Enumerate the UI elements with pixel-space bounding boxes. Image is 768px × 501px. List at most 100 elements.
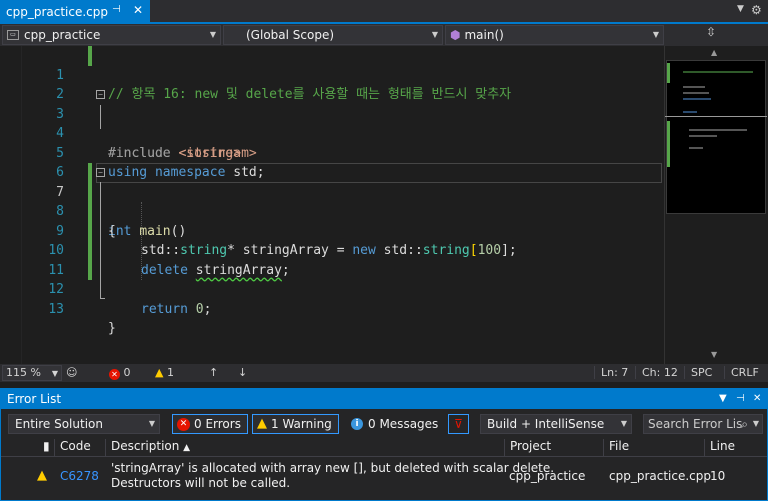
line-indicator[interactable]: Ln: 7 xyxy=(594,366,628,379)
close-icon[interactable]: ✕ xyxy=(133,3,143,17)
gear-icon[interactable]: ⚙ xyxy=(751,3,762,17)
member-dropdown-label: main() xyxy=(464,28,504,42)
scope-filter-dropdown[interactable]: Entire Solution ▼ xyxy=(8,414,160,434)
chevron-down-icon: ▼ xyxy=(148,419,155,428)
pin-icon[interactable]: ⊣ xyxy=(112,4,121,15)
code-editor[interactable]: 1 // 항목 16: new 및 delete를 사용할 때는 형태를 반드시… xyxy=(0,46,664,364)
sort-ascending-icon: ▲ xyxy=(183,443,191,453)
error-list-search-input[interactable]: Search Error Lis ⌕ ▼ xyxy=(643,414,763,434)
project-dropdown-label: cpp_practice xyxy=(24,28,101,42)
next-issue-icon[interactable]: ↓ xyxy=(238,366,247,379)
error-count-indicator[interactable]: ✕ 0 xyxy=(109,366,131,380)
warning-file: cpp_practice.cpp xyxy=(609,469,711,483)
whitespace-indicator[interactable]: SPC xyxy=(684,366,712,379)
column-header-description[interactable]: Description ▲ xyxy=(105,439,503,457)
scroll-down-icon[interactable]: ▼ xyxy=(711,350,717,359)
code-line: 8 { xyxy=(0,183,664,239)
sort-icon[interactable]: ▮ xyxy=(38,439,53,457)
tab-cpp-practice[interactable]: cpp_practice.cpp ⊣ ✕ xyxy=(0,0,150,24)
warning-description-line2: Destructors will not be called. xyxy=(111,476,291,490)
error-list-toolbar: Entire Solution ▼ ✕ 0 Errors ▲ 1 Warning… xyxy=(1,411,767,435)
tab-overflow-dropdown-icon[interactable]: ▼ xyxy=(737,4,744,14)
function-icon: ⬢ xyxy=(450,28,461,42)
code-token: } xyxy=(108,321,116,336)
errors-toggle-label: 0 Errors xyxy=(194,417,241,431)
scope-dropdown-label: (Global Scope) xyxy=(246,28,335,42)
scope-filter-label: Entire Solution xyxy=(15,417,103,431)
map-line xyxy=(683,98,711,100)
chevron-down-icon: ▼ xyxy=(652,30,659,39)
filter-icon[interactable]: ⊽ xyxy=(448,414,469,434)
messages-toggle-button[interactable]: i 0 Messages xyxy=(351,414,438,434)
member-dropdown[interactable]: ⬢ main() ▼ xyxy=(445,25,664,45)
error-count: 0 xyxy=(123,366,131,379)
fold-collapse-icon[interactable]: − xyxy=(96,90,105,99)
column-header-line[interactable]: Line xyxy=(704,439,764,457)
map-caret-line xyxy=(665,116,767,117)
column-header-code[interactable]: Code xyxy=(54,439,104,457)
map-scrollbar[interactable]: ▲ ▼ xyxy=(664,46,768,364)
code-line: 10 delete stringArray; xyxy=(0,222,664,278)
warning-line: 10 xyxy=(710,469,726,483)
warning-icon: ▲ xyxy=(257,416,267,431)
chevron-down-icon: ▼ xyxy=(752,419,759,428)
scope-dropdown[interactable]: (Global Scope) ▼ xyxy=(223,25,443,45)
column-header-file[interactable]: File xyxy=(603,439,703,457)
tab-filename: cpp_practice.cpp xyxy=(6,5,108,19)
warning-code-link[interactable]: C6278 xyxy=(60,469,99,483)
warnings-toggle-button[interactable]: ▲ 1 Warning xyxy=(252,414,339,434)
code-line: 1 // 항목 16: new 및 delete를 사용할 때는 형태를 반드시… xyxy=(0,46,664,103)
editor-status-strip: 115 % ▼ ☺ ✕ 0 ▲ 1 ↑ ↓ Ln: 7 Ch: 12 SPC CR… xyxy=(0,364,768,382)
code-line: 13 } xyxy=(0,280,664,337)
column-header-description-label: Description xyxy=(111,439,180,453)
chevron-down-icon: ▼ xyxy=(431,30,438,39)
map-change-mark xyxy=(667,63,670,83)
map-change-mark xyxy=(667,121,670,167)
scroll-up-icon[interactable]: ▲ xyxy=(711,48,717,57)
project-icon: ▭ xyxy=(7,30,19,40)
code-line: 12 return 0; xyxy=(0,261,664,317)
warning-count-indicator[interactable]: ▲ 1 xyxy=(155,366,174,379)
previous-issue-icon[interactable]: ↑ xyxy=(209,366,218,379)
search-placeholder: Search Error Lis xyxy=(648,417,743,431)
map-line xyxy=(689,135,717,137)
code-line: 5 using namespace std; xyxy=(0,124,664,181)
zoom-dropdown[interactable]: 115 % ▼ xyxy=(2,365,62,381)
warning-icon: ▲ xyxy=(155,366,164,379)
pin-icon[interactable]: ⊣ xyxy=(736,389,745,409)
window-position-icon[interactable]: ▼ xyxy=(719,389,727,409)
error-list-title-bar: Error List ▼ ⊣ ✕ xyxy=(1,389,767,409)
code-token: ; xyxy=(203,301,212,317)
error-icon: ✕ xyxy=(109,369,120,380)
column-indicator[interactable]: Ch: 12 xyxy=(635,366,678,379)
error-list-title: Error List xyxy=(7,392,62,406)
search-icon: ⌕ xyxy=(741,417,748,431)
split-window-icon[interactable]: ⇳ xyxy=(706,25,716,39)
chevron-down-icon: ▼ xyxy=(51,369,58,378)
build-filter-dropdown[interactable]: Build + IntelliSense ▼ xyxy=(480,414,632,434)
warning-description-line1: 'stringArray' is allocated with array ne… xyxy=(111,461,555,475)
warning-icon: ▲ xyxy=(37,468,47,483)
project-dropdown[interactable]: ▭ cpp_practice ▼ xyxy=(2,25,221,45)
map-viewport[interactable] xyxy=(666,60,766,214)
warning-count: 1 xyxy=(166,366,174,379)
code-line: 4 #include <iostream> xyxy=(0,105,664,161)
code-health-icon[interactable]: ☺ xyxy=(66,366,77,379)
build-filter-label: Build + IntelliSense xyxy=(487,417,605,431)
code-line: 6 xyxy=(0,144,664,180)
map-line xyxy=(683,111,697,113)
map-line xyxy=(683,92,709,94)
errors-toggle-button[interactable]: ✕ 0 Errors xyxy=(172,414,248,434)
messages-toggle-label: 0 Messages xyxy=(368,417,439,431)
fold-collapse-icon[interactable]: − xyxy=(96,168,105,177)
document-tab-bar: cpp_practice.cpp ⊣ ✕ ▼ ⚙ xyxy=(0,0,768,24)
map-line xyxy=(683,71,753,73)
table-row[interactable]: ▲ C6278 'stringArray' is allocated with … xyxy=(1,459,767,493)
close-icon[interactable]: ✕ xyxy=(753,389,761,409)
line-ending-indicator[interactable]: CRLF xyxy=(724,366,759,379)
code-token: 0 xyxy=(195,301,204,317)
zoom-level: 115 % xyxy=(6,366,41,379)
warnings-toggle-label: 1 Warning xyxy=(271,417,332,431)
column-header-project[interactable]: Project xyxy=(504,439,602,457)
map-line xyxy=(683,86,705,88)
